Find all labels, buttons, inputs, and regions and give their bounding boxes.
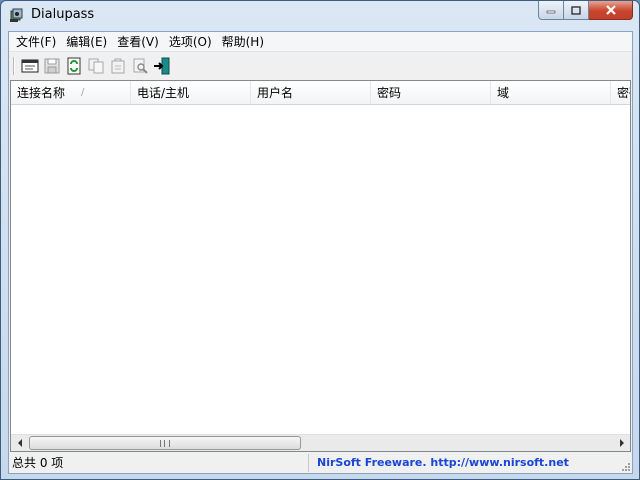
properties-button[interactable] — [19, 55, 41, 77]
menu-bar: 文件(F) 编辑(E) 查看(V) 选项(O) 帮助(H) — [9, 32, 632, 52]
column-header-username[interactable]: 用户名 — [251, 81, 371, 104]
save-icon — [44, 58, 60, 74]
minimize-button[interactable] — [538, 1, 564, 20]
app-window: Dialupass 文件(F) 编辑(E) 查看(V) 选项(O) 帮助(H) — [0, 0, 640, 480]
scroll-right-button[interactable] — [613, 435, 630, 451]
column-header-connection-name[interactable]: 连接名称 / — [11, 81, 131, 104]
save-button[interactable] — [41, 55, 63, 77]
find-button[interactable] — [129, 55, 151, 77]
column-label: 密码 — [377, 86, 402, 100]
menu-edit[interactable]: 编辑(E) — [61, 33, 112, 51]
window-title: Dialupass — [31, 7, 95, 22]
column-header-domain[interactable]: 域 — [491, 81, 611, 104]
column-label: 连接名称 — [17, 86, 66, 100]
menu-options[interactable]: 选项(O) — [164, 33, 217, 51]
nirsoft-link[interactable]: NirSoft Freeware. http://www.nirsoft.net — [309, 454, 569, 472]
column-header-password[interactable]: 密码 — [371, 81, 491, 104]
exit-icon — [154, 57, 170, 75]
menu-file[interactable]: 文件(F) — [11, 33, 61, 51]
scroll-thumb[interactable] — [29, 436, 301, 450]
copy-icon — [88, 58, 104, 74]
toolbar-grip — [13, 57, 15, 75]
connections-list[interactable]: 连接名称 / 电话/主机 用户名 密码 域 密码 — [10, 80, 631, 452]
menu-help[interactable]: 帮助(H) — [217, 33, 269, 51]
title-bar[interactable]: Dialupass — [1, 1, 639, 31]
dialup-app-icon — [10, 8, 23, 22]
refresh-icon — [67, 57, 81, 75]
column-header-password-2[interactable]: 密码 — [611, 81, 630, 104]
column-label: 域 — [497, 86, 510, 100]
toolbar — [9, 53, 632, 79]
status-bar: 总共 0 项 NirSoft Freeware. http://www.nirs… — [9, 453, 632, 473]
column-label: 电话/主机 — [137, 86, 190, 100]
minimize-icon — [546, 10, 556, 14]
list-header: 连接名称 / 电话/主机 用户名 密码 域 密码 — [11, 81, 630, 105]
horizontal-scrollbar[interactable] — [11, 434, 630, 451]
column-label: 用户名 — [257, 86, 294, 100]
properties-icon — [21, 59, 39, 73]
close-button[interactable] — [589, 1, 633, 20]
column-label: 密码 — [617, 86, 630, 100]
scroll-left-button[interactable] — [11, 435, 28, 451]
menu-view[interactable]: 查看(V) — [112, 33, 164, 51]
arrow-right-icon — [619, 439, 624, 447]
copy-button[interactable] — [85, 55, 107, 77]
find-icon — [133, 58, 148, 74]
client-area: 文件(F) 编辑(E) 查看(V) 选项(O) 帮助(H) 连接名称 / 电话/… — [8, 31, 633, 474]
exit-button[interactable] — [151, 55, 173, 77]
html-report-icon — [111, 58, 125, 74]
maximize-button[interactable] — [564, 1, 589, 20]
grip-icon — [160, 439, 170, 447]
column-header-phone-host[interactable]: 电话/主机 — [131, 81, 251, 104]
item-count: 总共 0 项 — [9, 454, 309, 472]
html-report-button[interactable] — [107, 55, 129, 77]
close-icon — [605, 5, 616, 15]
sort-arrow-icon: / — [81, 87, 85, 98]
maximize-icon — [571, 5, 581, 15]
refresh-button[interactable] — [63, 55, 85, 77]
arrow-left-icon — [17, 439, 22, 447]
caption-buttons — [538, 1, 633, 21]
resize-grip-icon[interactable] — [619, 460, 631, 472]
